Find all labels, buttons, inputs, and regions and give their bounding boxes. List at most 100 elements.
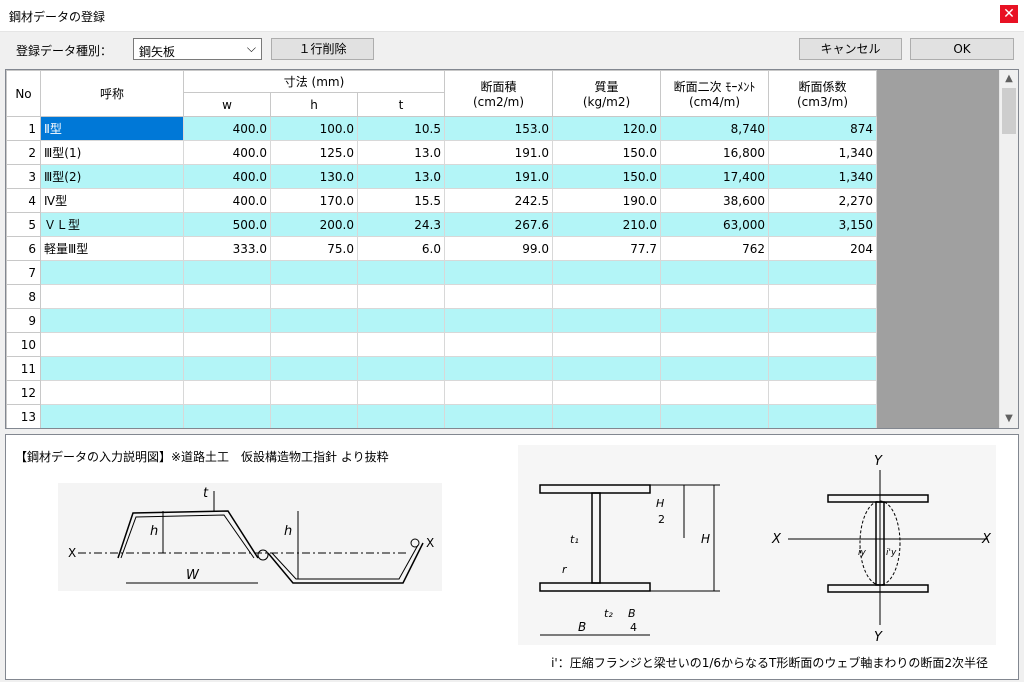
cell-modulus[interactable]: 874 — [768, 116, 877, 141]
cell-area[interactable]: 242.5 — [444, 188, 553, 213]
cell-t[interactable] — [357, 260, 445, 285]
cell-area[interactable] — [444, 404, 553, 428]
cell-w[interactable] — [183, 260, 271, 285]
cell-w[interactable] — [183, 404, 271, 428]
data-kind-select[interactable]: 鋼矢板 ⌵ — [133, 38, 262, 60]
cell-modulus[interactable] — [768, 332, 877, 357]
cell-modulus[interactable] — [768, 284, 877, 309]
cell-mass[interactable] — [552, 380, 661, 405]
row-number[interactable]: 12 — [6, 380, 41, 405]
cell-t[interactable] — [357, 356, 445, 381]
vertical-scrollbar[interactable]: ▲ ▼ — [999, 70, 1018, 428]
cell-area[interactable]: 99.0 — [444, 236, 553, 261]
cell-t[interactable] — [357, 284, 445, 309]
cell-h[interactable]: 75.0 — [270, 236, 358, 261]
table-row[interactable]: 6 軽量Ⅲ型 333.0 75.0 6.0 99.0 77.7 762 204 — [6, 236, 877, 261]
cell-area[interactable]: 191.0 — [444, 164, 553, 189]
cell-h[interactable] — [270, 332, 358, 357]
header-mass[interactable]: 質量 (kg/m2) — [552, 70, 661, 117]
cell-area[interactable]: 191.0 — [444, 140, 553, 165]
cell-name[interactable]: Ⅱ型 — [40, 116, 184, 141]
cell-mass[interactable] — [552, 308, 661, 333]
cell-h[interactable]: 170.0 — [270, 188, 358, 213]
row-number[interactable]: 9 — [6, 308, 41, 333]
cell-moment[interactable]: 8,740 — [660, 116, 769, 141]
table-row[interactable]: 8 — [6, 284, 877, 309]
cell-modulus[interactable] — [768, 308, 877, 333]
cell-moment[interactable] — [660, 284, 769, 309]
cell-t[interactable] — [357, 308, 445, 333]
cell-mass[interactable]: 77.7 — [552, 236, 661, 261]
cell-area[interactable] — [444, 356, 553, 381]
cell-t[interactable]: 6.0 — [357, 236, 445, 261]
cell-name[interactable] — [40, 308, 184, 333]
row-number[interactable]: 6 — [6, 236, 41, 261]
table-row[interactable]: 12 — [6, 380, 877, 405]
cell-modulus[interactable]: 1,340 — [768, 164, 877, 189]
header-area[interactable]: 断面積 (cm2/m) — [444, 70, 553, 117]
cell-w[interactable] — [183, 308, 271, 333]
cell-area[interactable]: 267.6 — [444, 212, 553, 237]
cell-name[interactable]: Ⅲ型(1) — [40, 140, 184, 165]
cell-moment[interactable] — [660, 260, 769, 285]
cell-modulus[interactable] — [768, 404, 877, 428]
cell-h[interactable] — [270, 380, 358, 405]
table-row[interactable]: 1 Ⅱ型 400.0 100.0 10.5 153.0 120.0 8,740 874 — [6, 116, 877, 141]
cell-t[interactable]: 15.5 — [357, 188, 445, 213]
cell-moment[interactable]: 63,000 — [660, 212, 769, 237]
header-no[interactable]: No — [6, 70, 41, 117]
cell-moment[interactable] — [660, 356, 769, 381]
cell-h[interactable] — [270, 356, 358, 381]
cell-name[interactable]: 軽量Ⅲ型 — [40, 236, 184, 261]
cell-modulus[interactable] — [768, 380, 877, 405]
header-name[interactable]: 呼称 — [40, 70, 184, 117]
row-number[interactable]: 11 — [6, 356, 41, 381]
scroll-thumb[interactable] — [1002, 88, 1016, 134]
cell-moment[interactable] — [660, 332, 769, 357]
row-number[interactable]: 7 — [6, 260, 41, 285]
ok-button[interactable]: OK — [910, 38, 1014, 60]
cell-modulus[interactable]: 1,340 — [768, 140, 877, 165]
header-modulus[interactable]: 断面係数 (cm3/m) — [768, 70, 877, 117]
scroll-up-icon[interactable]: ▲ — [1000, 70, 1018, 88]
cell-w[interactable]: 333.0 — [183, 236, 271, 261]
cell-t[interactable] — [357, 404, 445, 428]
header-t[interactable]: t — [357, 92, 445, 117]
cell-area[interactable] — [444, 308, 553, 333]
table-row[interactable]: 13 — [6, 404, 877, 428]
cell-t[interactable] — [357, 380, 445, 405]
row-number[interactable]: 4 — [6, 188, 41, 213]
cell-t[interactable] — [357, 332, 445, 357]
row-number[interactable]: 3 — [6, 164, 41, 189]
cell-h[interactable]: 100.0 — [270, 116, 358, 141]
table-row[interactable]: 11 — [6, 356, 877, 381]
cell-w[interactable] — [183, 332, 271, 357]
cell-w[interactable]: 400.0 — [183, 140, 271, 165]
cell-w[interactable] — [183, 356, 271, 381]
cell-area[interactable]: 153.0 — [444, 116, 553, 141]
cell-name[interactable]: Ⅲ型(2) — [40, 164, 184, 189]
close-icon[interactable]: ✕ — [1000, 5, 1018, 23]
cell-moment[interactable] — [660, 404, 769, 428]
cell-w[interactable] — [183, 284, 271, 309]
cell-name[interactable] — [40, 356, 184, 381]
row-number[interactable]: 13 — [6, 404, 41, 428]
cell-modulus[interactable]: 2,270 — [768, 188, 877, 213]
cell-mass[interactable] — [552, 404, 661, 428]
row-number[interactable]: 2 — [6, 140, 41, 165]
cell-mass[interactable] — [552, 284, 661, 309]
cell-h[interactable] — [270, 260, 358, 285]
cell-h[interactable]: 130.0 — [270, 164, 358, 189]
cell-name[interactable] — [40, 284, 184, 309]
cell-h[interactable] — [270, 284, 358, 309]
cell-w[interactable]: 400.0 — [183, 164, 271, 189]
cell-moment[interactable] — [660, 380, 769, 405]
cell-h[interactable]: 200.0 — [270, 212, 358, 237]
row-number[interactable]: 10 — [6, 332, 41, 357]
cell-w[interactable]: 400.0 — [183, 188, 271, 213]
cell-modulus[interactable]: 3,150 — [768, 212, 877, 237]
cell-mass[interactable] — [552, 260, 661, 285]
cell-h[interactable] — [270, 404, 358, 428]
table-row[interactable]: 7 — [6, 260, 877, 285]
cell-t[interactable]: 10.5 — [357, 116, 445, 141]
